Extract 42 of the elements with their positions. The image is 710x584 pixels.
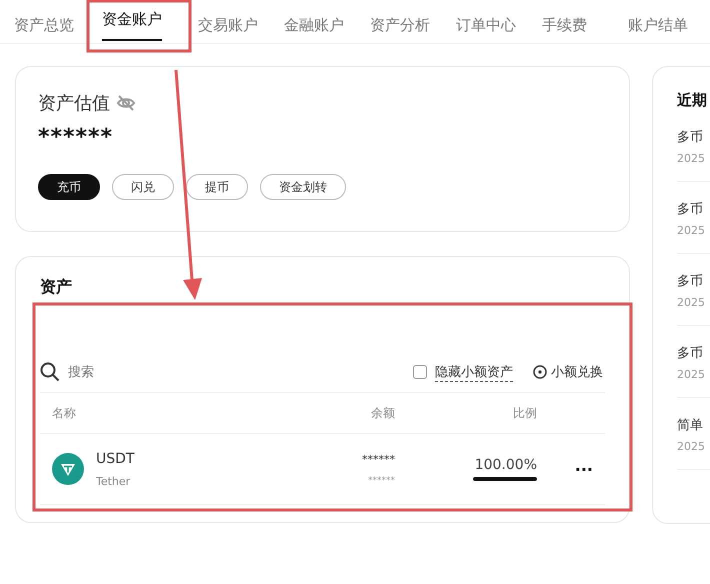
card-title: 资产 [40, 277, 73, 298]
small-convert-link[interactable]: 小额兑换 [533, 363, 603, 381]
tab[interactable]: 手续费 [542, 0, 628, 44]
record-title[interactable]: 多币 [677, 272, 710, 290]
action-button[interactable]: 充币 [38, 174, 100, 200]
record-title[interactable]: 多币 [677, 200, 710, 218]
tab[interactable]: 交易账户 [198, 0, 284, 44]
action-button[interactable]: 资金划转 [260, 174, 346, 200]
column-header: 余额 [370, 404, 395, 422]
card-title: 近期 [677, 91, 708, 110]
checkbox-label[interactable]: 隐藏小额资产 [435, 362, 513, 382]
tab[interactable]: 资产分析 [370, 0, 456, 44]
tab[interactable]: 账户结单 [628, 0, 710, 44]
ratio-value: 100.00% [474, 457, 537, 473]
card-title: 资产估值 [38, 92, 110, 115]
tab[interactable]: 资产总览 [14, 0, 102, 44]
record-date: 2025 [677, 224, 706, 237]
record-date: 2025 [677, 296, 706, 309]
record-title[interactable]: 多币 [677, 128, 710, 146]
search-icon [40, 362, 60, 382]
column-header: 名称 [52, 404, 77, 422]
coin-name: Tether [96, 474, 132, 488]
record-date: 2025 [677, 368, 706, 381]
tab[interactable]: 金融账户 [284, 0, 370, 44]
record-date: 2025 [677, 152, 706, 165]
action-button[interactable]: 闪兑 [112, 174, 174, 200]
coin-symbol: USDT [96, 450, 134, 466]
record-title[interactable]: 多币 [677, 344, 710, 362]
action-button[interactable]: 提币 [186, 174, 248, 200]
record-title[interactable]: 简单 [677, 416, 710, 434]
coin-icon [52, 453, 84, 485]
masked-balance: ****** [362, 452, 395, 466]
masked-balance: ****** [368, 476, 395, 486]
record-date: 2025 [677, 440, 706, 453]
more-button[interactable]: ··· [537, 460, 605, 478]
eye-slash-icon[interactable] [116, 94, 136, 112]
column-header: 比例 [512, 404, 537, 422]
dot-circle-icon [533, 365, 547, 379]
tab[interactable]: 订单中心 [456, 0, 542, 44]
tab[interactable]: 资金账户 [102, 0, 198, 44]
checkbox[interactable] [413, 365, 427, 379]
masked-amount: ****** [38, 125, 114, 150]
